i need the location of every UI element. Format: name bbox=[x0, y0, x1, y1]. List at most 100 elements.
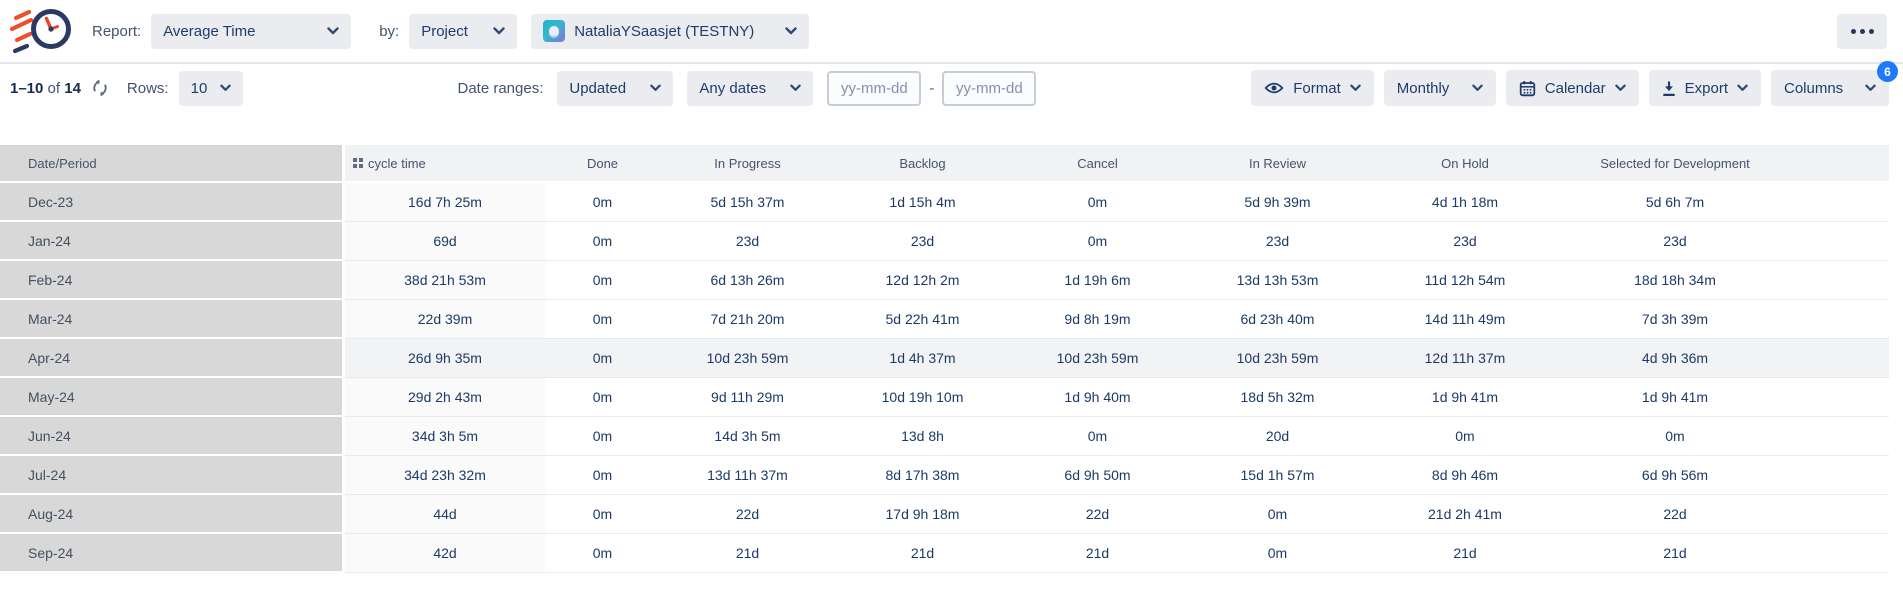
table-row[interactable]: Aug-24 44d 0m 22d 17d 9h 18m 22d 0m 21d … bbox=[0, 495, 1889, 534]
export-button[interactable]: Export bbox=[1649, 70, 1761, 106]
value-cell: 17d 9h 18m bbox=[835, 495, 1010, 534]
period-cell: Feb-24 bbox=[0, 261, 345, 300]
filler-cell bbox=[1790, 495, 1889, 534]
date-to-input[interactable] bbox=[942, 71, 1036, 106]
filler-cell bbox=[1790, 183, 1889, 222]
value-cell: 0m bbox=[1010, 417, 1185, 456]
value-cell: 23d bbox=[660, 222, 835, 261]
chevron-down-icon bbox=[650, 84, 661, 92]
refresh-icon[interactable] bbox=[91, 79, 109, 97]
value-cell: 9d 8h 19m bbox=[1010, 300, 1185, 339]
value-cell: 38d 21h 53m bbox=[345, 261, 545, 300]
report-table: Date/Period cycle time Done In Progress … bbox=[0, 145, 1889, 573]
value-cell: 21d bbox=[1010, 534, 1185, 573]
drag-handle-icon[interactable] bbox=[353, 158, 363, 168]
value-cell: 0m bbox=[1185, 534, 1370, 573]
table-row[interactable]: Apr-24 26d 9h 35m 0m 10d 23h 59m 1d 4h 3… bbox=[0, 339, 1889, 378]
table-row[interactable]: Sep-24 42d 0m 21d 21d 21d 0m 21d 21d bbox=[0, 534, 1889, 573]
app-logo bbox=[10, 4, 76, 58]
table-row[interactable]: Mar-24 22d 39m 0m 7d 21h 20m 5d 22h 41m … bbox=[0, 300, 1889, 339]
period-cell: Apr-24 bbox=[0, 339, 345, 378]
table-row[interactable]: Jun-24 34d 3h 5m 0m 14d 3h 5m 13d 8h 0m … bbox=[0, 417, 1889, 456]
value-cell: 8d 17h 38m bbox=[835, 456, 1010, 495]
filler-cell bbox=[1790, 339, 1889, 378]
chevron-down-icon bbox=[327, 27, 339, 35]
report-select[interactable]: Average Time bbox=[151, 14, 351, 49]
rows-label: Rows: bbox=[127, 80, 169, 97]
date-field-value: Updated bbox=[569, 80, 626, 97]
pagination-text: 1–10 of 14 bbox=[10, 80, 81, 97]
value-cell: 14d 11h 49m bbox=[1370, 300, 1560, 339]
pagination-total: 14 bbox=[64, 80, 81, 97]
pagination-group: 1–10 of 14 Rows: 10 bbox=[10, 71, 243, 106]
format-button[interactable]: Format bbox=[1251, 70, 1374, 106]
period-select[interactable]: Monthly bbox=[1384, 70, 1496, 106]
value-cell: 21d bbox=[835, 534, 1010, 573]
rows-select[interactable]: 10 bbox=[179, 71, 243, 106]
toolbar: 1–10 of 14 Rows: 10 Date ranges: Updated bbox=[0, 64, 1903, 112]
period-cell: Dec-23 bbox=[0, 183, 345, 222]
table-row[interactable]: Dec-23 16d 7h 25m 0m 5d 15h 37m 1d 15h 4… bbox=[0, 183, 1889, 222]
header-cell-in-progress[interactable]: In Progress bbox=[660, 145, 835, 183]
rows-value: 10 bbox=[191, 80, 208, 97]
date-from-input[interactable] bbox=[827, 71, 921, 106]
date-mode-value: Any dates bbox=[699, 80, 766, 97]
value-cell: 6d 9h 50m bbox=[1010, 456, 1185, 495]
value-cell: 4d 9h 36m bbox=[1560, 339, 1790, 378]
value-cell: 18d 18h 34m bbox=[1560, 261, 1790, 300]
table-row[interactable]: May-24 29d 2h 43m 0m 9d 11h 29m 10d 19h … bbox=[0, 378, 1889, 417]
value-cell: 10d 23h 59m bbox=[1185, 339, 1370, 378]
value-cell: 0m bbox=[545, 339, 660, 378]
pagination-of: of bbox=[48, 80, 61, 97]
value-cell: 5d 9h 39m bbox=[1185, 183, 1370, 222]
period-cell: Jul-24 bbox=[0, 456, 345, 495]
by-select[interactable]: Project bbox=[409, 14, 517, 49]
value-cell: 0m bbox=[545, 378, 660, 417]
table-row[interactable]: Jul-24 34d 23h 32m 0m 13d 11h 37m 8d 17h… bbox=[0, 456, 1889, 495]
project-select[interactable]: NataliaYSaasjet (TESTNY) bbox=[531, 14, 809, 49]
header-cell-date-period[interactable]: Date/Period bbox=[0, 145, 345, 183]
value-cell: 5d 6h 7m bbox=[1560, 183, 1790, 222]
table-row[interactable]: Feb-24 38d 21h 53m 0m 6d 13h 26m 12d 12h… bbox=[0, 261, 1889, 300]
more-actions-button[interactable] bbox=[1837, 14, 1887, 49]
chevron-down-icon bbox=[1350, 84, 1361, 92]
header-cell-backlog[interactable]: Backlog bbox=[835, 145, 1010, 183]
value-cell: 0m bbox=[1010, 183, 1185, 222]
date-field-select[interactable]: Updated bbox=[557, 71, 673, 106]
value-cell: 0m bbox=[1560, 417, 1790, 456]
value-cell: 23d bbox=[835, 222, 1010, 261]
date-ranges-label: Date ranges: bbox=[457, 80, 543, 97]
value-cell: 7d 21h 20m bbox=[660, 300, 835, 339]
value-cell: 5d 15h 37m bbox=[660, 183, 835, 222]
value-cell: 1d 9h 41m bbox=[1370, 378, 1560, 417]
value-cell: 5d 22h 41m bbox=[835, 300, 1010, 339]
columns-label: Columns bbox=[1784, 80, 1843, 97]
value-cell: 0m bbox=[545, 261, 660, 300]
header-cell-on-hold[interactable]: On Hold bbox=[1370, 145, 1560, 183]
header-cell-cycle-time[interactable]: cycle time bbox=[345, 145, 545, 183]
by-label: by: bbox=[379, 23, 399, 40]
header-cell-selected-for-development[interactable]: Selected for Development bbox=[1560, 145, 1790, 183]
value-cell: 22d bbox=[1010, 495, 1185, 534]
value-cell: 0m bbox=[1010, 222, 1185, 261]
table-row[interactable]: Jan-24 69d 0m 23d 23d 0m 23d 23d 23d bbox=[0, 222, 1889, 261]
value-cell: 0m bbox=[545, 222, 660, 261]
date-mode-select[interactable]: Any dates bbox=[687, 71, 813, 106]
pagination-range: 1–10 bbox=[10, 80, 43, 97]
chevron-down-icon bbox=[790, 84, 801, 92]
value-cell: 10d 23h 59m bbox=[1010, 339, 1185, 378]
chevron-down-icon bbox=[1737, 84, 1748, 92]
table-body: Dec-23 16d 7h 25m 0m 5d 15h 37m 1d 15h 4… bbox=[0, 183, 1889, 573]
header-cell-in-review[interactable]: In Review bbox=[1185, 145, 1370, 183]
columns-button[interactable]: Columns 6 bbox=[1771, 70, 1889, 106]
speed-clock-icon bbox=[10, 4, 76, 58]
header-cell-done[interactable]: Done bbox=[545, 145, 660, 183]
value-cell: 8d 9h 46m bbox=[1370, 456, 1560, 495]
format-label: Format bbox=[1293, 80, 1341, 97]
calendar-button[interactable]: Calendar bbox=[1506, 70, 1639, 106]
value-cell: 44d bbox=[345, 495, 545, 534]
header-cell-cancel[interactable]: Cancel bbox=[1010, 145, 1185, 183]
value-cell: 6d 13h 26m bbox=[660, 261, 835, 300]
value-cell: 21d 2h 41m bbox=[1370, 495, 1560, 534]
value-cell: 26d 9h 35m bbox=[345, 339, 545, 378]
